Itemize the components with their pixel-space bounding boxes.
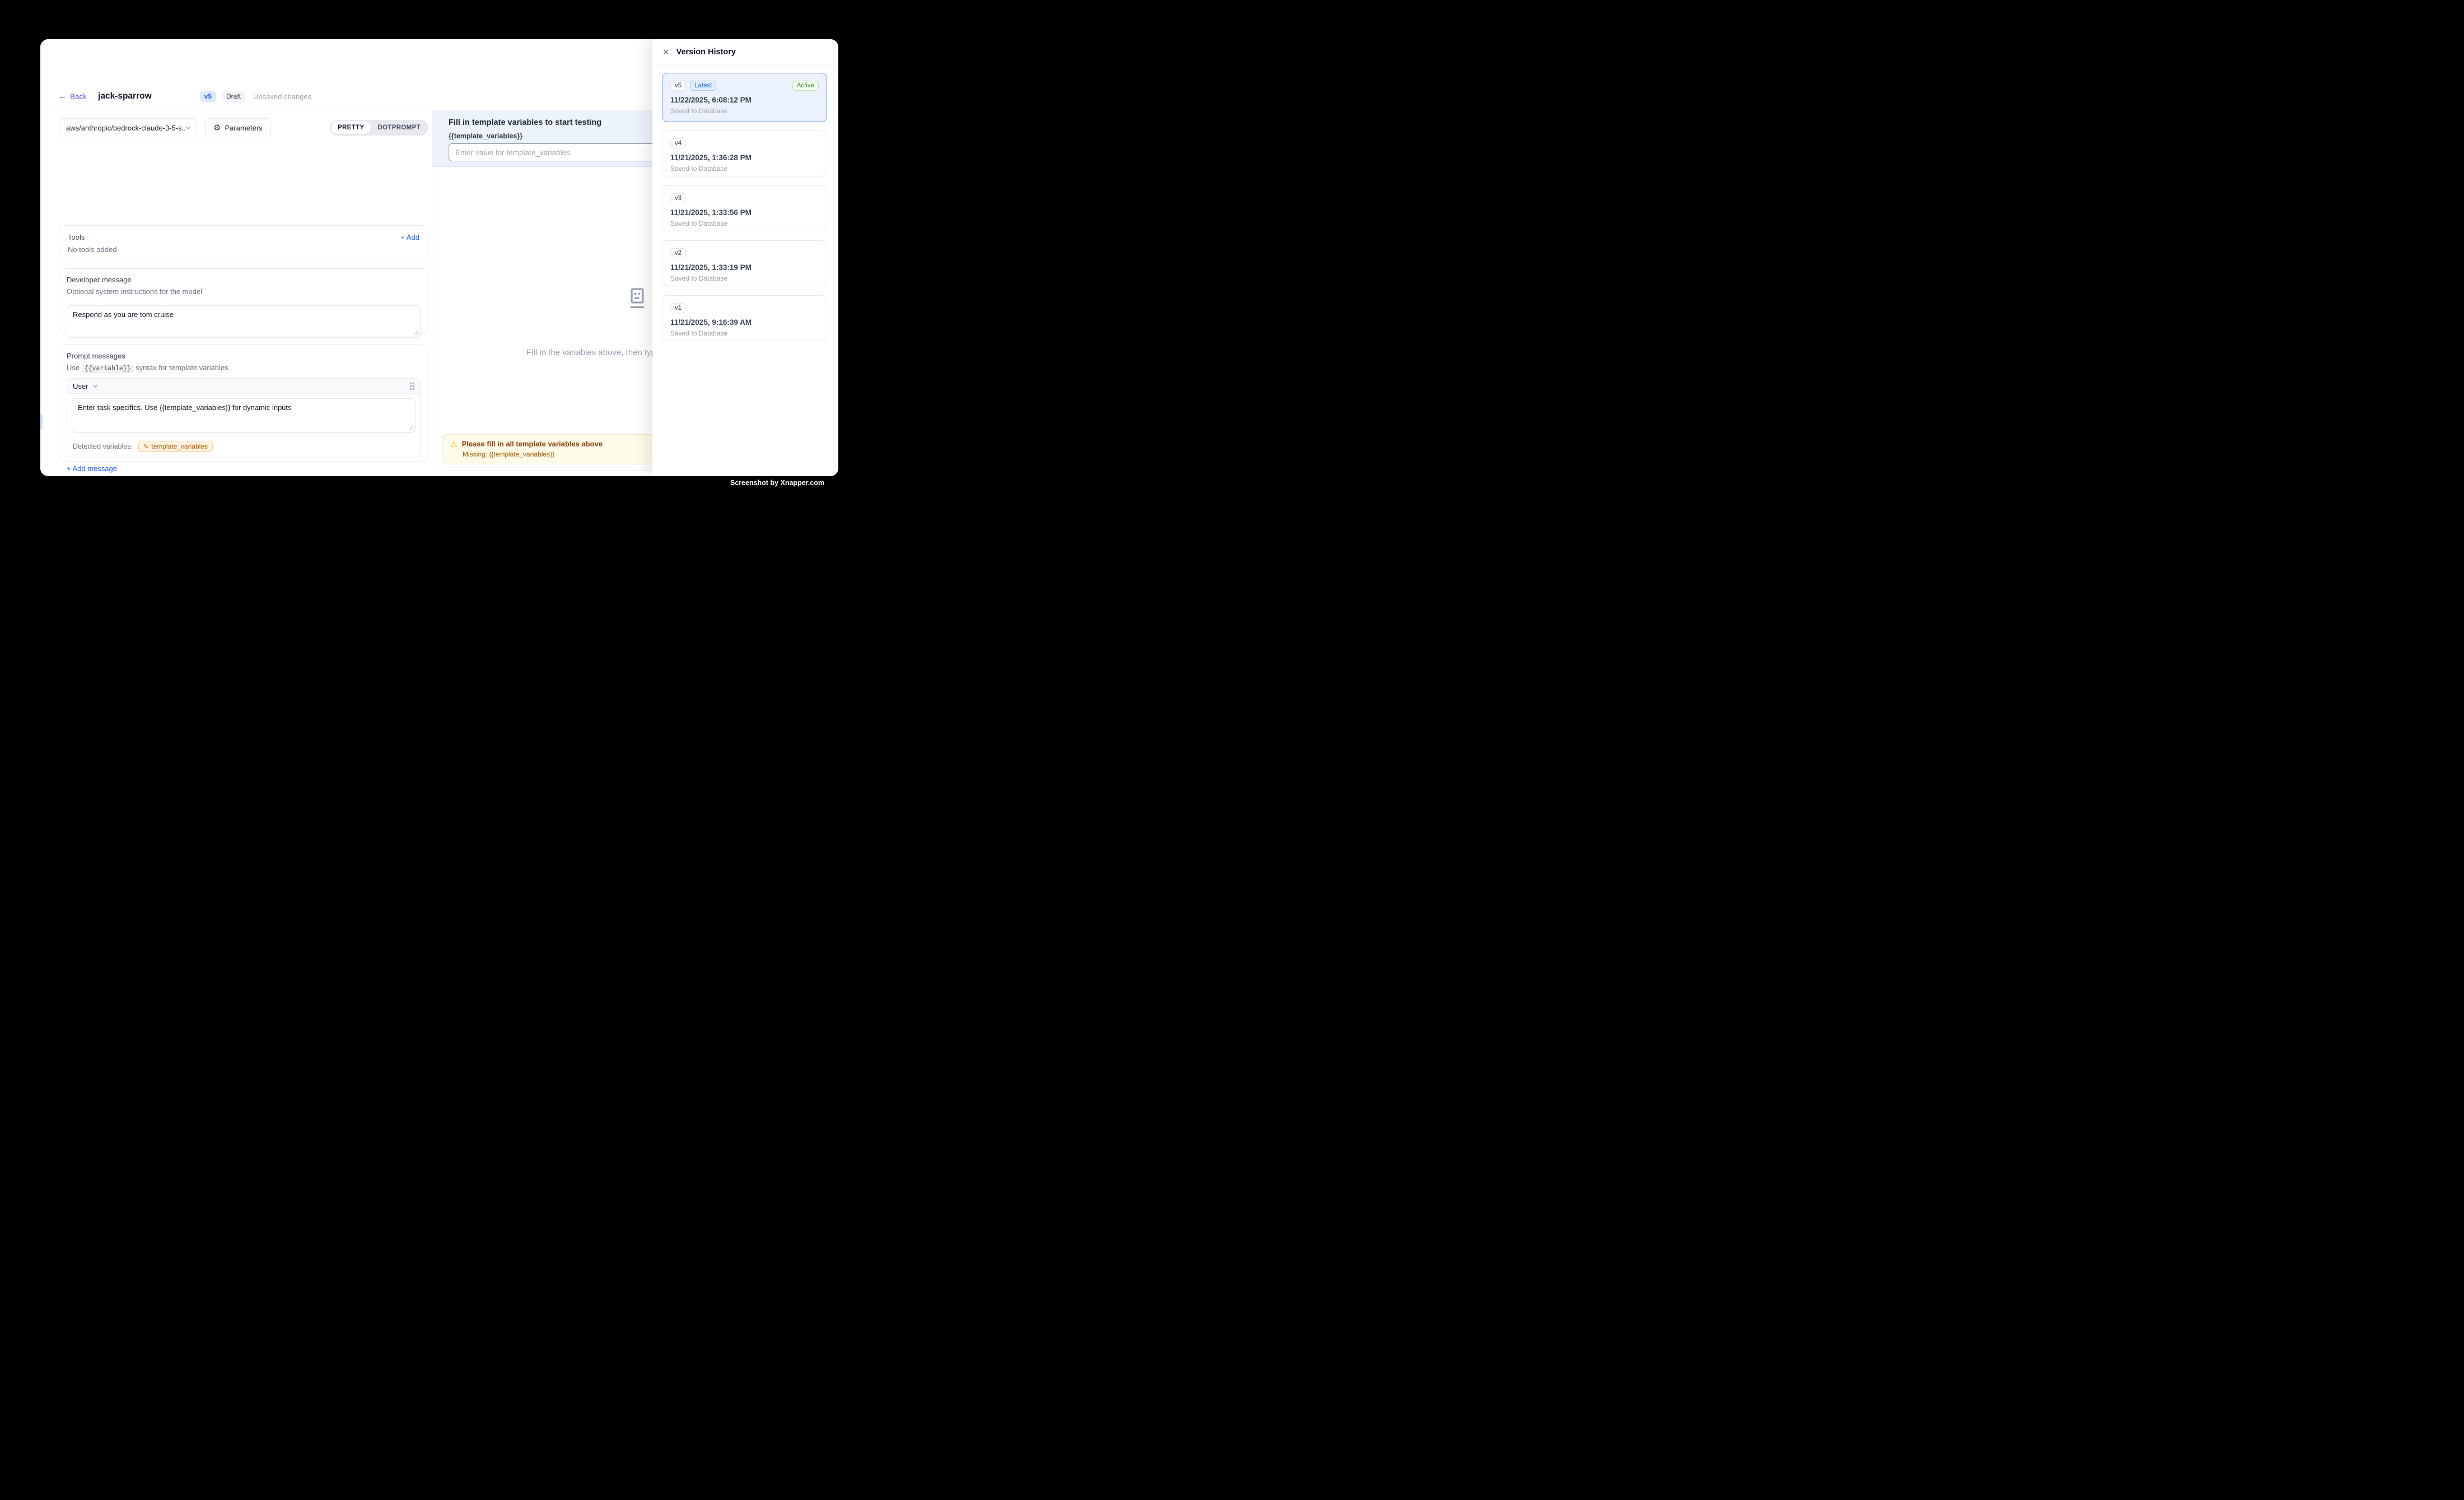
- tools-empty-text: No tools added: [68, 245, 419, 254]
- variable-syntax-chip: {{variable}}: [82, 365, 134, 373]
- resize-grip-icon[interactable]: [413, 330, 418, 336]
- developer-message-label: Developer message: [67, 276, 421, 284]
- resize-grip-icon[interactable]: [408, 426, 413, 431]
- drag-handle-icon[interactable]: [410, 383, 414, 390]
- message-textarea[interactable]: [72, 399, 415, 432]
- gear-icon: ⚙: [213, 124, 221, 132]
- developer-message-textarea[interactable]: [67, 306, 420, 337]
- version-history-header: ✕ Version History: [652, 39, 838, 66]
- message-field: [72, 398, 416, 433]
- version-card-v1[interactable]: v1 11/21/2025, 9:16:39 AM Saved to Datab…: [662, 295, 827, 341]
- version-card-v4[interactable]: v4 11/21/2025, 1:36:28 PM Saved to Datab…: [662, 131, 827, 176]
- developer-message-field: [67, 305, 421, 338]
- toggle-dotprompt[interactable]: DOTPROMPT: [371, 121, 427, 134]
- subtitle-suffix: syntax for template variables: [136, 364, 228, 372]
- format-toggle: PRETTY DOTPROMPT: [330, 120, 428, 136]
- model-select[interactable]: aws/anthropic/bedrock-claude-3-5-s...: [59, 118, 197, 137]
- version-history-panel: ✕ Version History v5 Latest Active 11/22…: [652, 39, 838, 476]
- version-number-badge: v5: [670, 81, 686, 91]
- version-badge: v5: [200, 91, 216, 102]
- prompt-messages-card: Prompt messages Use {{variable}} syntax …: [59, 344, 428, 462]
- subtitle-prefix: Use: [67, 364, 80, 372]
- version-number-badge: v1: [670, 303, 686, 313]
- warning-title: Please fill in all template variables ab…: [462, 440, 603, 448]
- message-header: User: [67, 379, 420, 394]
- detected-variable-chip[interactable]: ✎ template_variables: [138, 441, 213, 452]
- version-number-badge: v2: [670, 248, 686, 258]
- unsaved-changes-note: Unsaved changes: [253, 92, 311, 101]
- editor-toolbar: aws/anthropic/bedrock-claude-3-5-s... ⚙ …: [59, 118, 428, 137]
- prompt-messages-label: Prompt messages: [67, 352, 421, 360]
- developer-message-card: Developer message Optional system instru…: [59, 268, 428, 334]
- version-saved-note: Saved to Database: [670, 107, 819, 115]
- role-select[interactable]: User: [73, 382, 98, 390]
- model-select-value: aws/anthropic/bedrock-claude-3-5-s...: [66, 124, 185, 132]
- active-badge: Active: [792, 81, 819, 91]
- add-message-button[interactable]: + Add message: [67, 464, 117, 473]
- version-card-v3[interactable]: v3 11/21/2025, 1:33:56 PM Saved to Datab…: [662, 185, 827, 231]
- prompt-messages-subtitle: Use {{variable}} syntax for template var…: [67, 364, 421, 373]
- chevron-down-icon: [92, 384, 98, 388]
- add-tool-button[interactable]: + Add: [400, 233, 419, 241]
- back-arrow-icon: ←: [58, 92, 67, 101]
- role-select-value: User: [73, 382, 88, 390]
- version-card-v5[interactable]: v5 Latest Active 11/22/2025, 6:08:12 PM …: [662, 73, 827, 122]
- version-number-badge: v3: [670, 193, 686, 203]
- screenshot-stage: ← Back jack-sparrow v5 Draft Unsaved cha…: [0, 0, 862, 525]
- version-date: 11/21/2025, 1:36:28 PM: [670, 153, 819, 162]
- page-title: jack-sparrow: [98, 91, 152, 101]
- developer-message-subtitle: Optional system instructions for the mod…: [67, 287, 421, 296]
- version-history-title: Version History: [676, 48, 736, 57]
- tools-label: Tools: [68, 233, 85, 241]
- edge-accent-tab[interactable]: [40, 414, 43, 430]
- detected-variables-label: Detected variables:: [73, 442, 133, 450]
- parameters-button[interactable]: ⚙ Parameters: [205, 118, 271, 137]
- app-window: ← Back jack-sparrow v5 Draft Unsaved cha…: [40, 39, 838, 476]
- pencil-icon: ✎: [143, 443, 148, 450]
- toggle-pretty[interactable]: PRETTY: [331, 121, 371, 134]
- bot-face-icon: [628, 287, 647, 310]
- draft-status-badge: Draft: [222, 91, 245, 102]
- latest-badge: Latest: [690, 81, 716, 91]
- back-label: Back: [70, 92, 87, 101]
- chevron-down-icon: [185, 126, 191, 129]
- detected-variable-name: template_variables: [151, 442, 208, 450]
- detected-variables-row: Detected variables: ✎ template_variables: [67, 437, 420, 458]
- close-icon[interactable]: ✕: [662, 47, 670, 57]
- version-saved-note: Saved to Database: [670, 220, 819, 227]
- main-header: ← Back jack-sparrow v5 Draft Unsaved cha…: [40, 39, 652, 110]
- message-body: [67, 394, 420, 437]
- version-date: 11/21/2025, 9:16:39 AM: [670, 318, 819, 327]
- version-date: 11/21/2025, 1:33:56 PM: [670, 208, 819, 217]
- back-button[interactable]: ← Back: [58, 92, 87, 101]
- empty-state-text: Fill in the variables above, then typ: [526, 348, 656, 357]
- warning-icon: ⚠: [450, 440, 458, 448]
- version-saved-note: Saved to Database: [670, 329, 819, 337]
- tools-card: Tools + Add No tools added: [59, 225, 428, 258]
- parameters-label: Parameters: [225, 124, 262, 132]
- version-date: 11/21/2025, 1:33:19 PM: [670, 263, 819, 272]
- editor-column: aws/anthropic/bedrock-claude-3-5-s... ⚙ …: [40, 110, 432, 476]
- version-number-badge: v4: [670, 138, 686, 148]
- version-date: 11/22/2025, 6:08:12 PM: [670, 96, 819, 104]
- version-card-v2[interactable]: v2 11/21/2025, 1:33:19 PM Saved to Datab…: [662, 240, 827, 286]
- version-saved-note: Saved to Database: [670, 165, 819, 173]
- xnapper-watermark: Screenshot by Xnapper.com: [730, 479, 824, 487]
- message-block: User Detected variables:: [67, 378, 421, 458]
- version-saved-note: Saved to Database: [670, 274, 819, 282]
